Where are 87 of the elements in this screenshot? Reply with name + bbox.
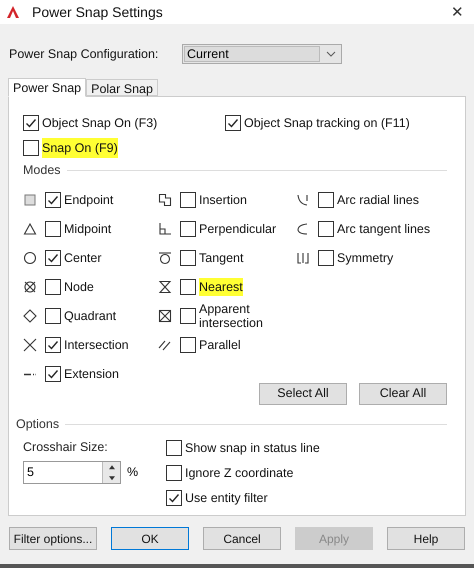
option-label: Endpoint bbox=[64, 192, 114, 210]
symmetry-icon bbox=[296, 251, 310, 266]
triangle-icon bbox=[23, 222, 37, 236]
checkbox[interactable] bbox=[166, 464, 182, 480]
section-title: Options bbox=[16, 416, 60, 433]
option-label: Ignore Z coordinate bbox=[185, 466, 294, 480]
option-label: Arc radial lines bbox=[337, 192, 419, 210]
option-label: Extension bbox=[64, 366, 119, 384]
checkmark-icon bbox=[168, 492, 180, 504]
dialog-button[interactable]: Help bbox=[387, 527, 465, 550]
dialog-button[interactable]: Cancel bbox=[203, 527, 281, 550]
option-label: Nearest bbox=[199, 278, 243, 296]
checkmark-icon bbox=[47, 252, 59, 264]
checkbox[interactable] bbox=[45, 192, 61, 208]
checkbox[interactable] bbox=[45, 366, 61, 382]
spinner-value: 5 bbox=[26, 464, 35, 482]
perpendicular-icon bbox=[158, 222, 172, 236]
checkbox[interactable] bbox=[45, 250, 61, 266]
parallel-icon bbox=[158, 338, 172, 352]
checkbox[interactable] bbox=[45, 221, 61, 238]
hourglass-icon bbox=[158, 280, 172, 294]
option-label: Center bbox=[64, 250, 102, 268]
arc-radial-icon bbox=[296, 193, 310, 208]
option-label: Insertion bbox=[199, 192, 247, 210]
crossed-circle-icon bbox=[23, 280, 37, 294]
crosshair-label: Crosshair Size: bbox=[23, 438, 109, 456]
checkbox[interactable] bbox=[23, 115, 39, 131]
app-logo-icon bbox=[6, 5, 20, 19]
checkbox[interactable] bbox=[45, 337, 61, 354]
checkbox[interactable] bbox=[180, 337, 196, 354]
checkbox[interactable] bbox=[318, 192, 334, 208]
checkmark-icon bbox=[227, 117, 239, 129]
checkmark-icon bbox=[47, 194, 59, 206]
configuration-dropdown[interactable]: Current bbox=[182, 44, 342, 64]
window-title: Power Snap Settings bbox=[32, 2, 163, 22]
dialog-button[interactable]: OK bbox=[111, 527, 189, 550]
section-title: Modes bbox=[23, 162, 61, 179]
square-icon bbox=[23, 193, 37, 208]
option-label: Arc tangent lines bbox=[337, 221, 430, 238]
diamond-icon bbox=[23, 309, 37, 324]
tab[interactable]: Power Snap bbox=[8, 78, 86, 97]
option-label: Intersection bbox=[64, 337, 129, 354]
checkbox[interactable] bbox=[318, 221, 334, 238]
option-label: Use entity filter bbox=[185, 490, 268, 504]
unit-label: % bbox=[127, 464, 138, 482]
dialog-button[interactable]: Filter options... bbox=[9, 527, 97, 550]
dropdown-value: Current bbox=[184, 46, 320, 62]
checkbox[interactable] bbox=[180, 308, 196, 324]
checkbox[interactable] bbox=[23, 140, 39, 156]
configuration-label: Power Snap Configuration: bbox=[9, 46, 160, 63]
option-label: Tangent bbox=[199, 250, 244, 268]
crosshair-spinner[interactable]: 5 bbox=[23, 461, 121, 484]
option-label: Apparent intersection bbox=[199, 301, 264, 332]
cross-icon bbox=[23, 338, 37, 352]
checkbox[interactable] bbox=[180, 221, 196, 238]
checkbox[interactable] bbox=[180, 192, 196, 208]
insertion-icon bbox=[158, 193, 172, 208]
checkbox[interactable] bbox=[318, 250, 334, 266]
checkmark-icon bbox=[47, 368, 59, 380]
checkbox[interactable] bbox=[166, 490, 182, 506]
option-label: Object Snap tracking on (F11) bbox=[244, 116, 410, 130]
checkbox[interactable] bbox=[225, 115, 241, 131]
close-button[interactable]: ✕ bbox=[451, 4, 464, 20]
mode-button[interactable]: Clear All bbox=[359, 382, 447, 405]
option-label: Node bbox=[64, 279, 94, 296]
dash-icon bbox=[23, 372, 36, 376]
option-label: Perpendicular bbox=[199, 221, 276, 238]
arc-tangent-icon bbox=[296, 222, 310, 236]
option-label: Quadrant bbox=[64, 308, 116, 326]
tab[interactable]: Polar Snap bbox=[86, 79, 158, 96]
checkmark-icon bbox=[47, 339, 59, 352]
checkbox[interactable] bbox=[45, 279, 61, 296]
option-label: Parallel bbox=[199, 337, 241, 354]
checkmark-icon bbox=[25, 117, 37, 129]
option-label: Midpoint bbox=[64, 221, 112, 238]
option-label: Show snap in status line bbox=[185, 440, 320, 454]
option-label: Snap On (F9) bbox=[42, 138, 118, 158]
checkbox[interactable] bbox=[180, 279, 196, 296]
circle-icon bbox=[23, 251, 37, 266]
tangent-icon bbox=[158, 251, 172, 266]
checkbox[interactable] bbox=[45, 308, 61, 324]
checkbox[interactable] bbox=[166, 440, 182, 456]
mode-button[interactable]: Select All bbox=[259, 382, 347, 405]
option-label: Symmetry bbox=[337, 250, 394, 268]
checkbox[interactable] bbox=[180, 250, 196, 266]
boxed-cross-icon bbox=[158, 309, 172, 324]
option-label: Object Snap On (F3) bbox=[42, 116, 158, 130]
